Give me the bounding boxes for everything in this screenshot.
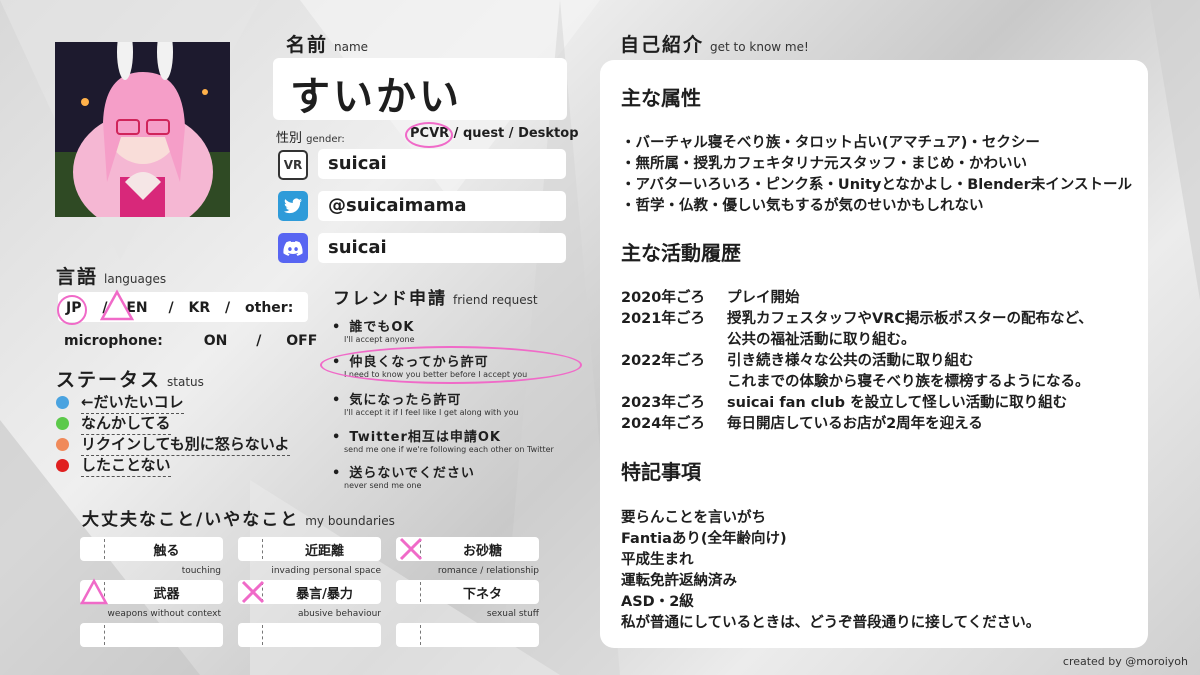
history-row: 2024年ごろ 毎日開店しているお店が2周年を迎える xyxy=(621,416,983,432)
note-line: 運転免許返納済み xyxy=(621,573,737,589)
intro-heading: 自己紹介 get to know me! xyxy=(620,34,809,56)
notes-heading: 特記事項 xyxy=(621,460,701,484)
attribute-line: ・無所属・授乳カフェキタリナ元スタッフ・まじめ・かわいい xyxy=(621,156,1027,172)
gender-label: 性別 gender: xyxy=(276,131,345,146)
note-line: 私が普通にしているときは、どうぞ普段通りに接してください。 xyxy=(621,615,1041,631)
attribute-line: ・アバターいろいろ・ピンク系・Unityとなかよし・Blender未インストール xyxy=(621,177,1132,193)
friend-request-heading: フレンド申請 friend request xyxy=(333,289,538,309)
attributes-heading: 主な属性 xyxy=(621,86,701,110)
twitter-handle-field: @suicaimama xyxy=(318,191,566,221)
status-item: したことない xyxy=(56,455,171,477)
languages-heading: 言語 languages xyxy=(56,266,167,288)
status-dot-blue xyxy=(56,395,69,409)
boundary-item-empty xyxy=(238,623,381,647)
no-x-mark xyxy=(241,580,265,604)
no-x-mark xyxy=(399,537,423,561)
history-row: これまでの体験から寝そべり族を標榜するようになる。 xyxy=(727,374,1090,390)
boundary-caption: invading personal space xyxy=(271,566,381,576)
status-item: ←だいたいコレ xyxy=(56,392,184,414)
boundary-item: 触る xyxy=(80,537,223,561)
selected-friend-option-circle xyxy=(320,346,582,384)
note-line: Fantiaあり(全年齢向け) xyxy=(621,531,787,547)
history-heading: 主な活動履歴 xyxy=(621,241,741,265)
history-row: 2021年ごろ 授乳カフェスタッフやVRC掲示板ポスターの配布など、 xyxy=(621,311,1093,327)
vrchat-id-field: suicai xyxy=(318,149,566,179)
boundary-caption: romance / relationship xyxy=(437,566,539,576)
microphone-row: microphone: ON / OFF xyxy=(64,333,318,349)
discord-icon xyxy=(278,233,308,263)
status-dot-orange xyxy=(56,437,69,451)
friend-option: 誰でもOKI'll accept anyone xyxy=(332,316,415,344)
attribute-line: ・バーチャル寝そべり族・タロット占い(アマチュア)・セクシー xyxy=(621,135,1040,151)
jp-circle-mark xyxy=(57,295,87,325)
boundary-item-empty xyxy=(80,623,223,647)
friend-option: 送らないでくださいnever send me one xyxy=(332,462,475,490)
avatar-photo xyxy=(55,42,230,217)
status-dot-red xyxy=(56,458,69,472)
discord-id-field: suicai xyxy=(318,233,566,263)
vr-icon: VR xyxy=(278,150,308,180)
boundary-caption: touching xyxy=(181,566,221,576)
twitter-icon xyxy=(278,191,308,221)
en-triangle-mark xyxy=(100,289,134,321)
friend-option: Twitter相互は申請OKsend me one if we're follo… xyxy=(332,426,554,454)
credit-text: created by @moroiyoh xyxy=(1062,655,1188,668)
history-row: 2022年ごろ 引き続き様々な公共の活動に取り組む xyxy=(621,353,974,369)
boundaries-heading: 大丈夫なこと/いやなこと my boundaries xyxy=(82,510,395,530)
note-line: ASD・2級 xyxy=(621,594,694,610)
boundary-caption: sexual stuff xyxy=(486,609,539,619)
note-line: 要らんことを言いがち xyxy=(621,510,766,526)
status-dot-green xyxy=(56,416,69,430)
history-row: 2020年ごろ プレイ開始 xyxy=(621,290,800,306)
history-row: 公共の福祉活動に取り組む。 xyxy=(727,332,916,348)
boundary-caption: abusive behaviour xyxy=(297,609,381,619)
boundary-item: 下ネタ xyxy=(396,580,539,604)
history-row: 2023年ごろ suicai fan club を設立して怪しい活動に取り組む xyxy=(621,395,1068,411)
display-name: すいかい xyxy=(290,74,462,120)
note-line: 平成生まれ xyxy=(621,552,694,568)
boundary-item-empty xyxy=(396,623,539,647)
boundary-caption: weapons without context xyxy=(107,609,221,619)
languages-row: JP / EN / KR / other: xyxy=(66,300,294,316)
attribute-line: ・哲学・仏教・優しい気もするが気のせいかもしれない xyxy=(621,198,984,214)
friend-option: 気になったら許可I'll accept it if I feel like I … xyxy=(332,389,519,417)
status-item: なんかしてる xyxy=(56,413,171,435)
status-heading: ステータス status xyxy=(56,369,204,391)
boundary-item: 近距離 xyxy=(238,537,381,561)
status-item: リクインしても別に怒らないよ xyxy=(56,434,290,456)
maybe-triangle-mark xyxy=(80,578,108,605)
name-heading: 名前 name xyxy=(286,34,369,56)
selection-circle xyxy=(405,122,453,148)
